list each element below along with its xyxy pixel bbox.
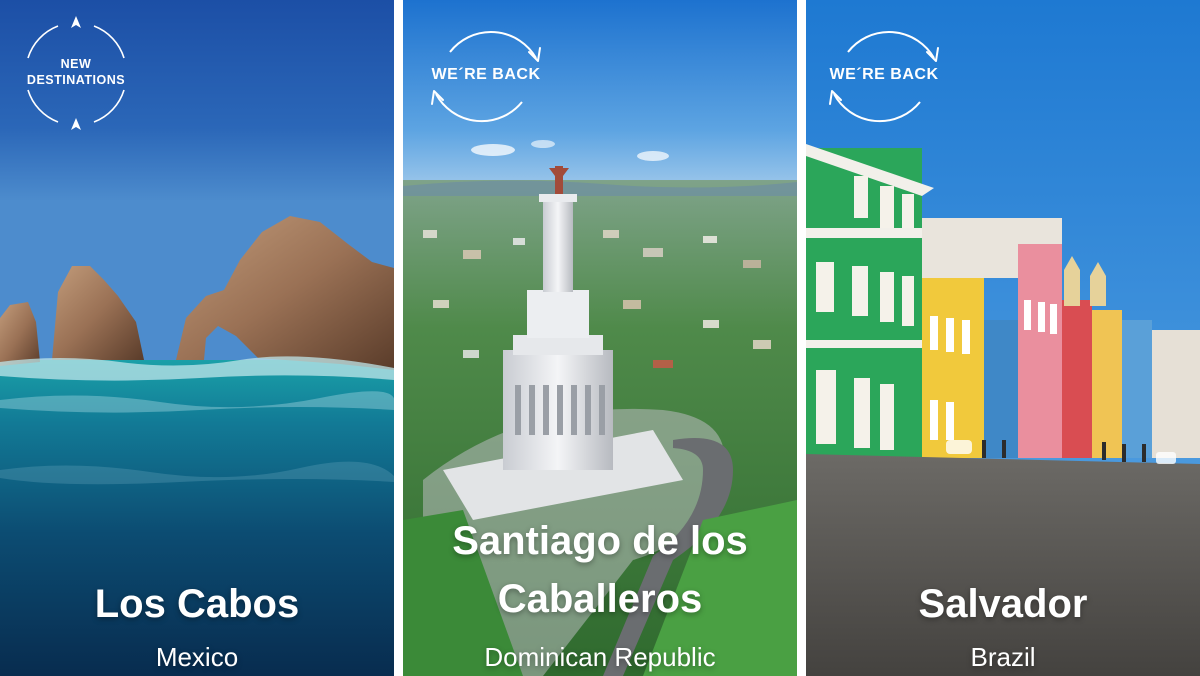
destination-title-line2: Caballeros xyxy=(497,577,703,621)
badge-label-line2: DESTINATIONS xyxy=(26,73,126,87)
badge-label: WE´RE BACK xyxy=(829,66,939,83)
destination-title: Santiago de los Caballeros xyxy=(403,516,797,624)
were-back-badge: WE´RE BACK xyxy=(428,18,544,134)
destination-country: Mexico xyxy=(155,642,239,672)
badge-label-line1: NEW xyxy=(60,57,92,71)
new-destinations-badge: NEW DESTINATIONS xyxy=(18,16,134,132)
destination-country: Brazil xyxy=(970,642,1036,672)
destination-title: Los Cabos xyxy=(94,582,300,626)
were-back-badge: WE´RE BACK xyxy=(826,18,942,134)
badge-label: NEW DESTINATIONS xyxy=(18,56,134,88)
destination-country: Dominican Republic xyxy=(484,642,716,672)
badge-label: WE´RE BACK xyxy=(431,66,541,83)
destination-title-line1: Santiago de los xyxy=(452,519,748,563)
destination-title: Salvador xyxy=(918,582,1088,626)
